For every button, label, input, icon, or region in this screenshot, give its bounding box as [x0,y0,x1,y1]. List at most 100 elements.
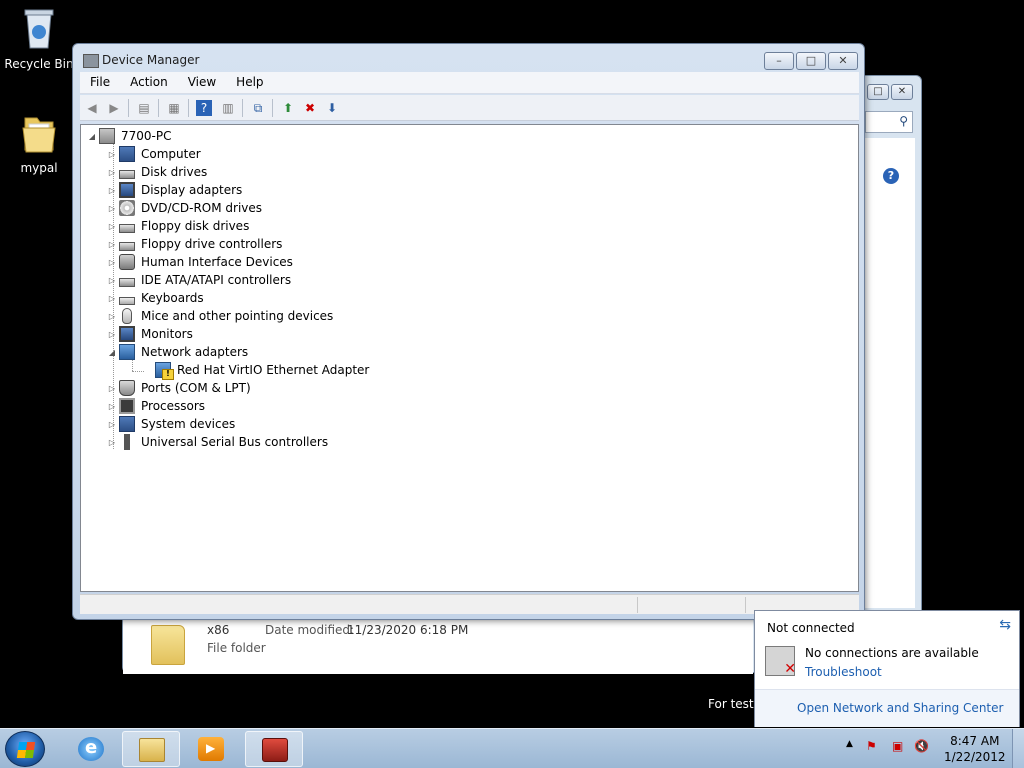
uninstall-icon[interactable]: ✖ [302,100,318,116]
action-center-flag-icon[interactable]: ⚑ [866,739,877,753]
show-hidden-icons-icon[interactable]: ▲ [846,739,853,749]
clock[interactable]: 8:47 AM 1/22/2012 [944,733,1006,765]
tree-category-item[interactable]: ◢ Network adapters [107,343,248,361]
folder-icon [22,117,56,153]
tree-item-label: Human Interface Devices [141,255,293,269]
expand-arrow-icon[interactable]: ▷ [107,384,117,393]
back-arrow-icon[interactable]: ◀ [84,100,100,116]
open-network-sharing-center-link[interactable]: Open Network and Sharing Center [797,701,1003,715]
windows-logo-icon [16,742,36,758]
network-disconnected-tray-icon[interactable]: ▣ [892,739,903,753]
action-pane-icon[interactable]: ▥ [220,100,236,116]
expand-arrow-icon[interactable]: ▷ [107,420,117,429]
menu-file[interactable]: File [80,72,120,93]
tree-category-item[interactable]: ▷ Computer [107,145,201,163]
tree-root-label: 7700-PC [121,129,172,143]
window-title: Device Manager [102,53,200,67]
disable-device-icon[interactable]: ⬇ [324,100,340,116]
file-row[interactable]: x86 File folder Date modified: 11/23/202… [123,616,753,674]
refresh-icon[interactable]: ⇆ [999,617,1011,633]
volume-muted-icon[interactable]: 🔇 [914,739,929,753]
update-driver-icon[interactable]: ⬆ [280,100,296,116]
expand-arrow-icon[interactable]: ▷ [107,168,117,177]
tree-item-label: Monitors [141,327,193,341]
clock-date: 1/22/2012 [944,750,1006,764]
expand-arrow-icon[interactable]: ▷ [107,222,117,231]
mypal-desktop-icon[interactable]: mypal [4,110,74,175]
bg-maximize-button[interactable]: □ [867,84,889,100]
scan-hardware-icon[interactable]: ⧉ [250,100,266,116]
tree-category-item[interactable]: ▷ Monitors [107,325,193,343]
expand-arrow-icon[interactable]: ▷ [107,438,117,447]
tree-category-item[interactable]: ▷ Ports (COM & LPT) [107,379,251,397]
computer-icon [99,128,115,144]
tree-category-item[interactable]: ▷ Floppy disk drives [107,217,249,235]
tree-category-item[interactable]: ▷ Keyboards [107,289,204,307]
help-icon[interactable]: ? [883,168,899,184]
menu-view[interactable]: View [178,72,226,93]
search-icon: ⚲ [899,114,908,128]
disk-icon [119,224,135,233]
tree-item-label: DVD/CD-ROM drives [141,201,263,215]
expand-arrow-icon[interactable]: ▷ [107,402,117,411]
minimize-button[interactable]: – [764,52,794,70]
tree-category-item[interactable]: ▷ Disk drives [107,163,207,181]
taskbar-device-manager[interactable] [245,731,303,767]
tree-category-item[interactable]: ▷ Display adapters [107,181,242,199]
menu-help[interactable]: Help [226,72,273,93]
taskbar-media-player[interactable] [182,731,240,767]
cd-icon [119,200,135,216]
maximize-button[interactable]: □ [796,52,826,70]
expand-arrow-icon[interactable]: ▷ [107,150,117,159]
tree-category-item[interactable]: ▷ DVD/CD-ROM drives [107,199,262,217]
taskbar-windows-explorer[interactable] [122,731,180,767]
tree-item-label: IDE ATA/ATAPI controllers [141,273,292,287]
file-name: x86 [207,623,230,637]
network-icon [119,344,135,360]
tree-root[interactable]: ◢ 7700-PC [87,127,171,145]
expand-arrow-icon[interactable]: ▷ [107,240,117,249]
recycle-bin-desktop-icon[interactable]: Recycle Bin [4,6,74,71]
help-icon[interactable]: ? [196,100,212,116]
usb-icon [124,434,130,450]
start-button[interactable] [5,731,45,767]
device-tree[interactable]: ◢ 7700-PC ▷ Computer ▷ Disk drives ▷ Display … [80,124,859,592]
port-icon [119,380,135,396]
tree-category-item[interactable]: ▷ Human Interface Devices [107,253,293,271]
expand-arrow-icon[interactable]: ▷ [107,294,117,303]
show-hide-console-tree-icon[interactable]: ▤ [136,100,152,116]
tree-category-item[interactable]: ▷ System devices [107,415,235,433]
taskbar-internet-explorer[interactable] [62,731,120,767]
show-desktop-button[interactable] [1012,729,1024,768]
tree-category-item[interactable]: ▷ Mice and other pointing devices [107,307,333,325]
menu-action[interactable]: Action [120,72,178,93]
device-manager-icon [83,54,99,68]
properties-icon[interactable]: ▦ [166,100,182,116]
expand-arrow-icon[interactable]: ▷ [107,204,117,213]
collapse-arrow-icon[interactable]: ◢ [107,348,117,357]
network-disconnected-icon: ✕ [765,646,796,677]
expand-arrow-icon[interactable]: ▷ [107,258,117,267]
troubleshoot-link[interactable]: Troubleshoot [805,665,882,679]
tree-category-item[interactable]: ▷ IDE ATA/ATAPI controllers [107,271,291,289]
tree-category-item[interactable]: ▷ Processors [107,397,205,415]
recycle-bin-icon [24,9,54,49]
expand-arrow-icon[interactable]: ▷ [107,186,117,195]
expand-arrow-icon[interactable]: ▷ [107,330,117,339]
close-button[interactable]: ✕ [828,52,858,70]
no-connections-message: No connections are available [805,646,979,660]
network-flyout[interactable]: Not connected ⇆ ✕ No connections are ava… [754,610,1020,727]
device-manager-window[interactable]: Device Manager – □ ✕ File Action View He… [72,43,865,620]
expand-arrow-icon[interactable]: ▷ [107,276,117,285]
tree-device-item[interactable]: Red Hat VirtIO Ethernet Adapter [143,361,369,380]
folder-icon [151,625,185,665]
bg-search-box[interactable]: ⚲ [865,111,913,133]
forward-arrow-icon[interactable]: ▶ [106,100,122,116]
monitor-icon [119,326,135,342]
expand-arrow-icon[interactable]: ▷ [107,312,117,321]
bg-close-button[interactable]: ✕ [891,84,913,100]
toolbox-icon [262,738,288,762]
collapse-arrow-icon[interactable]: ◢ [87,132,97,141]
tree-category-item[interactable]: ▷ Universal Serial Bus controllers [107,433,328,451]
tree-category-item[interactable]: ▷ Floppy drive controllers [107,235,282,253]
